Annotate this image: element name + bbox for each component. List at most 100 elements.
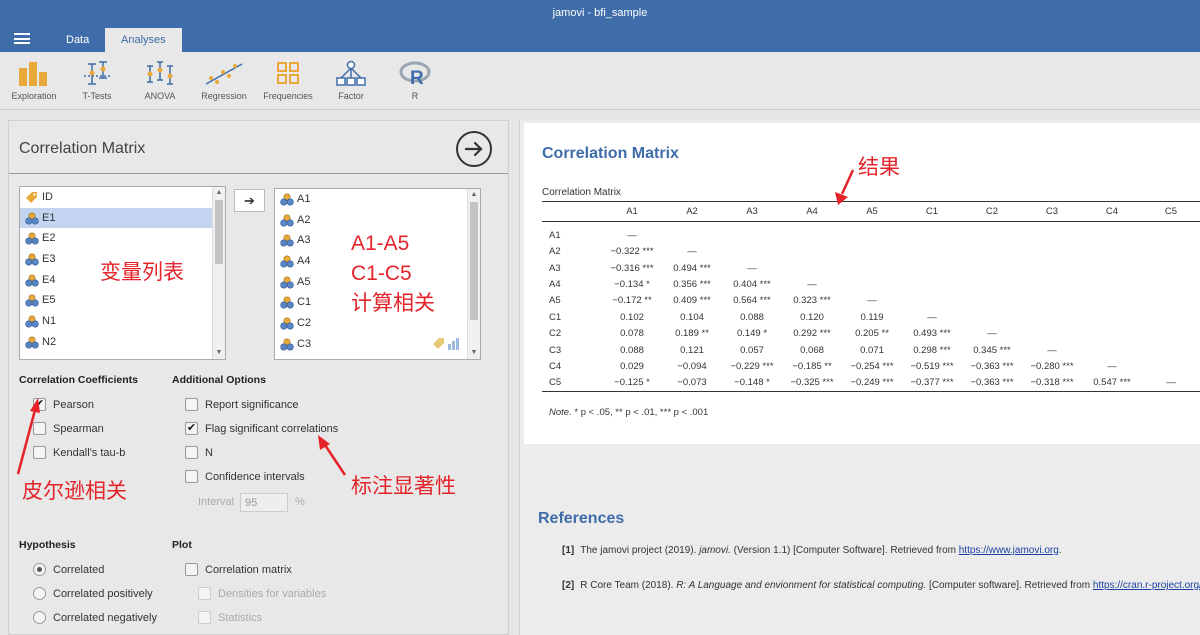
t-tests-button[interactable]: T-Tests [76, 60, 118, 101]
correlation-matrix-plot-checkbox[interactable]: Correlation matrix [185, 561, 292, 579]
flag-significant-checkbox[interactable]: ✔ Flag significant correlations [185, 420, 338, 438]
measure-type-icon [432, 337, 462, 354]
scrollbar[interactable]: ▲ ▼ [467, 189, 480, 359]
correlation-cell: 0.071 [860, 344, 884, 356]
correlation-cell: 0.068 [800, 344, 824, 356]
statistics-checkbox[interactable]: Statistics [198, 609, 262, 627]
correlation-cell [1142, 309, 1200, 325]
frequencies-button[interactable]: Frequencies [262, 60, 314, 101]
check-icon: ✔ [33, 398, 46, 411]
regression-button[interactable]: Regression [200, 60, 248, 101]
move-right-arrow-icon[interactable]: ➔ [234, 189, 265, 212]
correlation-cell [1142, 358, 1200, 374]
correlation-cell [1142, 222, 1200, 244]
correlation-cell: 0.404 *** [733, 278, 771, 290]
tab-data[interactable]: Data [50, 28, 105, 52]
correlation-cell [902, 260, 962, 276]
variable-item[interactable]: E5 [20, 290, 225, 311]
plot-header: Plot [172, 539, 192, 551]
row-label: A5 [549, 295, 561, 307]
correlation-cell: 0.298 *** [913, 344, 951, 356]
row-label: A2 [549, 246, 561, 258]
check-icon: ✔ [185, 422, 198, 435]
jamovi-link[interactable]: https://www.jamovi.org [959, 545, 1059, 556]
correlation-cell: 0.409 *** [673, 295, 711, 307]
variable-item[interactable]: A2 [275, 210, 480, 231]
correlation-cell: 0.088 [620, 344, 644, 356]
anova-icon [147, 61, 173, 85]
correlation-cell [1142, 260, 1200, 276]
coefficients-header: Correlation Coefficients [19, 374, 139, 386]
title-bar: jamovi - bfi_sample Data Analyses [0, 0, 1200, 52]
variable-item[interactable]: N2 [20, 332, 225, 353]
cran-link[interactable]: https://cran.r-project.org/ [1093, 580, 1200, 591]
close-options-arrow-icon[interactable] [456, 131, 492, 167]
row-label: C5 [542, 374, 602, 392]
correlation-cell [1142, 293, 1200, 309]
report-significance-checkbox[interactable]: Report significance [185, 396, 299, 414]
correlation-cell: 0.345 *** [973, 344, 1011, 356]
variable-item[interactable]: N1 [20, 311, 225, 332]
correlation-cell: 0.102 [620, 311, 644, 323]
column-header: C2 [962, 201, 1022, 222]
t-tests-label: T-Tests [82, 91, 112, 101]
correlation-cell [962, 244, 1022, 260]
correlation-cell [842, 222, 902, 244]
variable-item[interactable]: E1 [20, 207, 225, 229]
continuous-variable-icon [280, 338, 294, 359]
factor-label: Factor [338, 91, 364, 101]
annotation-result: 结果 [858, 156, 900, 179]
options-divider [9, 173, 508, 174]
correlation-cell: — [687, 246, 697, 258]
spearman-checkbox[interactable]: Spearman [33, 420, 104, 438]
hamburger-menu-icon[interactable] [14, 33, 30, 44]
row-label: C1 [549, 311, 562, 323]
correlation-cell [1142, 342, 1200, 358]
correlation-cell: −0.363 *** [970, 360, 1014, 372]
factor-icon [336, 60, 366, 86]
correlation-cell: 0.104 [680, 311, 704, 323]
correlation-cell: 0.057 [740, 344, 764, 356]
confidence-intervals-checkbox[interactable]: Confidence intervals [185, 468, 305, 486]
table-row: C1 0.102 0.104 0.088 0.120 0.119 — [542, 309, 1200, 325]
kendall-checkbox[interactable]: Kendall's tau-b [33, 444, 125, 462]
factor-button[interactable]: Factor [330, 60, 372, 101]
row-label: A3 [549, 262, 561, 274]
r-button[interactable]: R R [398, 60, 432, 101]
correlated-negatively-label: Correlated negatively [53, 612, 157, 624]
interval-input[interactable] [240, 493, 288, 512]
densities-checkbox[interactable]: Densities for variables [198, 585, 326, 603]
pearson-checkbox[interactable]: ✔ Pearson [33, 396, 94, 414]
n-checkbox[interactable]: N [185, 444, 213, 462]
anova-button[interactable]: ANOVA [140, 60, 180, 101]
interval-unit: % [295, 496, 305, 508]
confidence-intervals-label: Confidence intervals [205, 471, 305, 483]
correlation-cell [1022, 276, 1082, 292]
frequencies-label: Frequencies [263, 91, 313, 101]
variable-name: E1 [42, 211, 56, 224]
note-label: Note. [549, 407, 572, 418]
variable-item[interactable]: A1 [275, 189, 480, 210]
correlated-positively-radio[interactable]: Correlated positively [33, 585, 153, 603]
variable-item[interactable]: ID [20, 187, 225, 208]
correlation-cell: −0.125 * [602, 374, 662, 392]
tab-analyses[interactable]: Analyses [105, 28, 182, 52]
flag-significant-label: Flag significant correlations [205, 423, 339, 435]
correlation-cell [1082, 222, 1142, 244]
correlation-cell [842, 244, 902, 260]
correlation-cell: 0.494 *** [673, 262, 711, 274]
correlation-cell: — [927, 311, 937, 323]
scrollbar[interactable]: ▲ ▼ [212, 187, 225, 359]
variable-name: N2 [42, 335, 57, 348]
correlation-cell [1022, 260, 1082, 276]
correlation-cell: 0.547 *** [1082, 374, 1142, 392]
correlation-cell [1082, 293, 1142, 309]
correlated-radio[interactable]: Correlated [33, 561, 104, 579]
correlated-negatively-radio[interactable]: Correlated negatively [33, 609, 157, 627]
correlation-table: A1 A2 A3 A4 A5 C1 C2 C3 C4 C5 A1— A2 −0.322 *** — A3−… [542, 201, 1200, 392]
correlation-cell: −0.316 *** [610, 262, 654, 274]
correlation-cell [842, 260, 902, 276]
variable-item[interactable]: E2 [20, 228, 225, 249]
kendall-label: Kendall's tau-b [53, 447, 126, 459]
exploration-button[interactable]: Exploration [10, 60, 58, 101]
